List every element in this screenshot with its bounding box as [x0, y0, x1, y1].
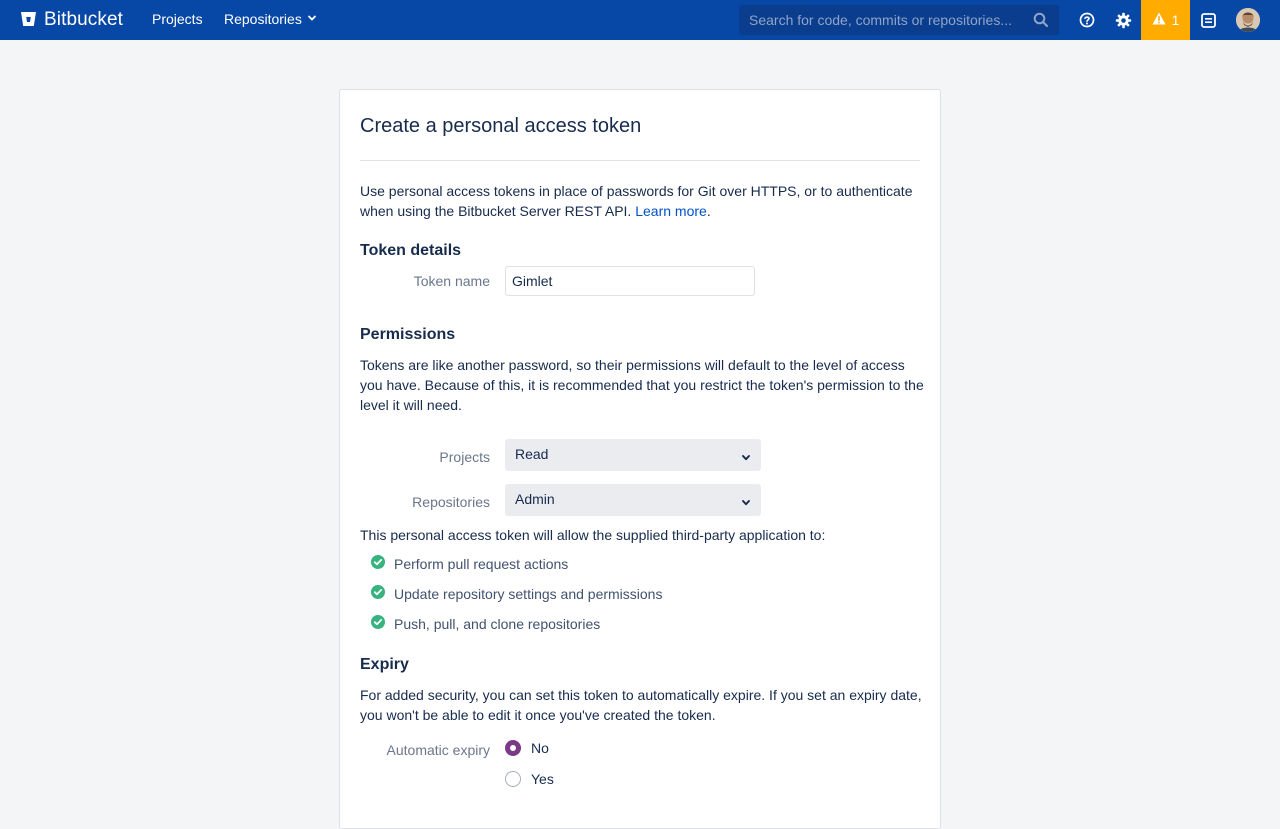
check-circle-icon [371, 555, 385, 572]
nav-projects[interactable]: Projects [152, 11, 203, 27]
allow-text: This personal access token will allow th… [360, 527, 826, 543]
allowed-action-item: Perform pull request actions [371, 555, 568, 572]
permissions-text: Tokens are like another password, so the… [360, 357, 924, 413]
allowed-action-item: Push, pull, and clone repositories [371, 615, 600, 632]
token-details-heading: Token details [360, 242, 462, 259]
logo-text: Bitbucket [44, 9, 124, 30]
permissions-heading: Permissions [360, 326, 456, 343]
check-circle-icon [371, 585, 385, 602]
chevron-down-icon [741, 450, 751, 466]
expiry-heading: Expiry [360, 656, 409, 673]
token-name-label: Token name [413, 273, 490, 289]
projects-select[interactable]: Read [505, 439, 761, 471]
radio-button-selected[interactable] [505, 740, 521, 756]
inbox-icon[interactable] [1198, 10, 1218, 30]
chevron-down-icon [741, 495, 751, 511]
token-name-input[interactable] [505, 266, 755, 296]
learn-more-link[interactable]: Learn more [635, 203, 707, 219]
radio-button[interactable] [505, 771, 521, 787]
intro-text: Use personal access tokens in place of p… [360, 181, 925, 221]
alerts-button[interactable]: 1 [1141, 0, 1190, 40]
expiry-option-label: Yes [531, 771, 554, 787]
repositories-label: Repositories [412, 494, 490, 510]
check-circle-icon [371, 615, 385, 632]
repositories-select-value: Admin [515, 491, 555, 507]
alert-count: 1 [1171, 12, 1180, 28]
search-input[interactable] [739, 5, 1029, 35]
expiry-text: For added security, you can set this tok… [360, 687, 922, 723]
warning-icon [1151, 12, 1166, 28]
allowed-action-label: Update repository settings and permissio… [394, 585, 663, 602]
top-navigation-bar: Bitbucket Projects Repositories 1 [0, 0, 1280, 40]
projects-label: Projects [439, 449, 490, 465]
search-icon[interactable] [1033, 12, 1049, 31]
expiry-option-yes[interactable]: Yes [505, 771, 554, 787]
search-box [739, 5, 1059, 35]
intro-period: . [706, 203, 711, 219]
nav-repositories-label: Repositories [224, 11, 302, 27]
avatar[interactable] [1236, 8, 1260, 32]
expiry-option-no[interactable]: No [505, 740, 549, 756]
repositories-select[interactable]: Admin [505, 484, 761, 516]
allowed-action-label: Push, pull, and clone repositories [394, 615, 601, 632]
chevron-down-icon [306, 11, 318, 27]
help-icon[interactable] [1077, 10, 1097, 30]
expiry-option-label: No [531, 740, 549, 756]
allowed-action-item: Update repository settings and permissio… [371, 585, 662, 602]
allowed-action-label: Perform pull request actions [394, 555, 569, 572]
create-token-card: Create a personal access token Use perso… [339, 89, 941, 829]
gear-icon[interactable] [1113, 10, 1133, 30]
automatic-expiry-label: Automatic expiry [386, 742, 490, 758]
bitbucket-logo-icon [20, 11, 37, 30]
bitbucket-logo[interactable]: Bitbucket [20, 8, 123, 32]
title-divider [360, 160, 920, 161]
projects-select-value: Read [515, 446, 549, 462]
nav-projects-label: Projects [152, 11, 203, 27]
nav-repositories[interactable]: Repositories [224, 11, 318, 27]
page-title: Create a personal access token [360, 115, 642, 137]
